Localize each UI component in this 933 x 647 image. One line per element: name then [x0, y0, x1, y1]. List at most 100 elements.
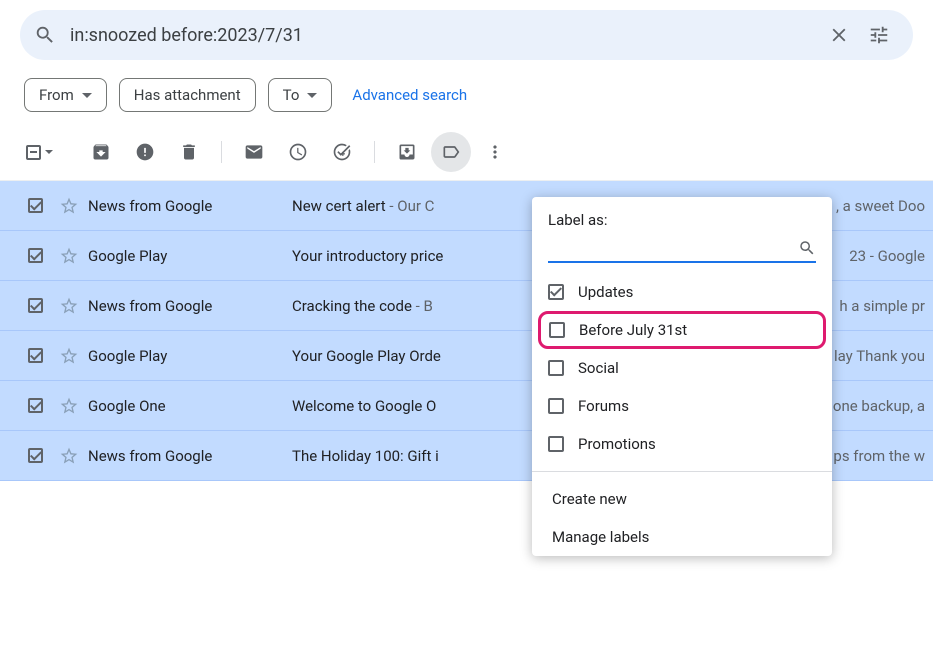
chevron-down-icon — [307, 93, 317, 98]
chevron-down-icon — [45, 150, 53, 154]
label-option-text: Updates — [578, 283, 633, 301]
label-option-before-july-31st[interactable]: Before July 31st — [538, 311, 826, 349]
label-search[interactable] — [548, 235, 816, 263]
mark-unread-button[interactable] — [234, 132, 274, 172]
labels-button[interactable] — [431, 132, 471, 172]
star-button[interactable] — [54, 446, 84, 466]
email-sender: News from Google — [88, 447, 288, 465]
label-option-promotions[interactable]: Promotions — [532, 425, 832, 463]
row-checkbox[interactable] — [20, 298, 50, 313]
toolbar-separator — [221, 141, 222, 163]
label-icon — [441, 142, 461, 162]
email-tail: lay Thank you — [830, 347, 925, 365]
row-checkbox[interactable] — [20, 398, 50, 413]
toolbar-separator — [374, 141, 375, 163]
add-to-tasks-button[interactable] — [322, 132, 362, 172]
advanced-search-link[interactable]: Advanced search — [352, 86, 467, 104]
row-checkbox[interactable] — [20, 348, 50, 363]
checkbox-unchecked-icon — [548, 398, 564, 414]
email-sender: News from Google — [88, 197, 288, 215]
row-checkbox[interactable] — [20, 448, 50, 463]
label-option-text: Forums — [578, 397, 629, 415]
add-task-icon — [332, 142, 352, 162]
trash-icon — [179, 142, 199, 162]
action-toolbar — [0, 124, 933, 181]
email-sender: Google Play — [88, 347, 288, 365]
checkbox-indeterminate-icon — [26, 145, 41, 160]
checkbox-checked-icon — [28, 398, 43, 413]
checkbox-checked-icon — [548, 284, 564, 300]
label-as-popup: Label as: Updates Before July 31st Socia… — [532, 197, 832, 556]
search-bar: in:snoozed before:2023/7/31 — [20, 10, 913, 60]
search-options-button[interactable] — [859, 15, 899, 55]
star-outline-icon — [59, 246, 79, 266]
star-outline-icon — [59, 446, 79, 466]
row-checkbox[interactable] — [20, 198, 50, 213]
label-option-social[interactable]: Social — [532, 349, 832, 387]
email-tail: h a simple pr — [835, 297, 925, 315]
label-option-updates[interactable]: Updates — [532, 273, 832, 311]
delete-button[interactable] — [169, 132, 209, 172]
star-button[interactable] — [54, 346, 84, 366]
label-option-text: Promotions — [578, 435, 656, 453]
manage-labels[interactable]: Manage labels — [532, 518, 832, 556]
email-sender: News from Google — [88, 297, 288, 315]
email-tail: one backup, a — [829, 397, 925, 415]
star-outline-icon — [59, 346, 79, 366]
spam-icon — [135, 142, 155, 162]
checkbox-checked-icon — [28, 298, 43, 313]
chevron-down-icon — [82, 93, 92, 98]
mail-icon — [244, 142, 264, 162]
label-option-text: Social — [578, 359, 619, 377]
email-tail: 23 - Google — [845, 247, 925, 265]
checkbox-checked-icon — [28, 448, 43, 463]
chip-from-label: From — [39, 86, 74, 104]
star-button[interactable] — [54, 396, 84, 416]
chip-has-attachment[interactable]: Has attachment — [119, 78, 256, 112]
label-popup-title: Label as: — [532, 209, 832, 235]
chip-from[interactable]: From — [24, 78, 107, 112]
archive-button[interactable] — [81, 132, 121, 172]
select-all-checkbox[interactable] — [20, 132, 59, 172]
clear-search-button[interactable] — [819, 15, 859, 55]
search-input[interactable]: in:snoozed before:2023/7/31 — [56, 25, 819, 46]
email-tail: ps from the w — [829, 447, 925, 465]
star-outline-icon — [59, 196, 79, 216]
label-option-text: Before July 31st — [579, 321, 687, 339]
search-icon — [798, 239, 816, 257]
star-button[interactable] — [54, 246, 84, 266]
star-outline-icon — [59, 396, 79, 416]
tune-icon — [868, 24, 890, 46]
label-option-forums[interactable]: Forums — [532, 387, 832, 425]
move-to-button[interactable] — [387, 132, 427, 172]
star-outline-icon — [59, 296, 79, 316]
move-to-inbox-icon — [397, 142, 417, 162]
label-search-input[interactable] — [548, 238, 798, 259]
checkbox-unchecked-icon — [548, 360, 564, 376]
email-tail: , a sweet Doo — [832, 197, 925, 215]
more-vert-icon — [485, 142, 505, 162]
checkbox-checked-icon — [28, 348, 43, 363]
close-icon — [828, 24, 850, 46]
clock-icon — [288, 142, 308, 162]
more-button[interactable] — [475, 132, 515, 172]
checkbox-unchecked-icon — [549, 322, 565, 338]
row-checkbox[interactable] — [20, 248, 50, 263]
checkbox-checked-icon — [28, 248, 43, 263]
popup-separator — [532, 471, 832, 472]
report-spam-button[interactable] — [125, 132, 165, 172]
chip-to[interactable]: To — [268, 78, 333, 112]
create-new-label[interactable]: Create new — [532, 480, 832, 518]
checkbox-checked-icon — [28, 198, 43, 213]
archive-icon — [91, 142, 111, 162]
search-icon — [34, 24, 56, 46]
email-sender: Google Play — [88, 247, 288, 265]
email-sender: Google One — [88, 397, 288, 415]
star-button[interactable] — [54, 196, 84, 216]
snooze-button[interactable] — [278, 132, 318, 172]
chip-has-attachment-label: Has attachment — [134, 86, 241, 104]
filter-chips: From Has attachment To Advanced search — [0, 60, 933, 124]
star-button[interactable] — [54, 296, 84, 316]
checkbox-unchecked-icon — [548, 436, 564, 452]
chip-to-label: To — [283, 86, 300, 104]
